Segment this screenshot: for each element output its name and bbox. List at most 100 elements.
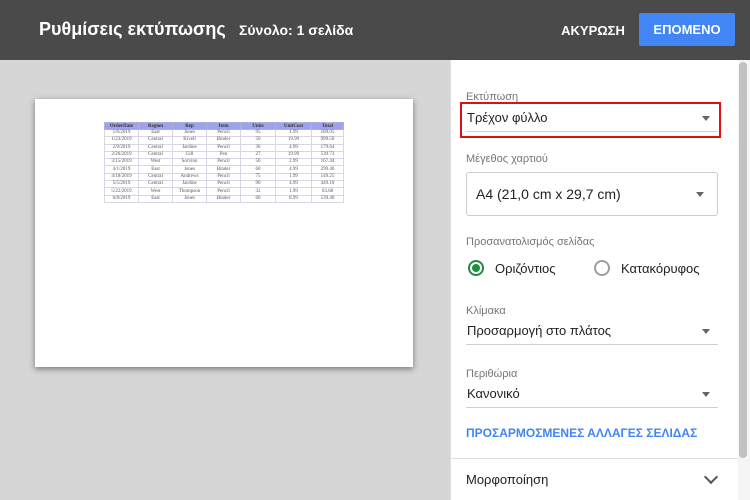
table-cell: 1/23/2019: [104, 136, 139, 145]
table-header-cell: Item: [206, 122, 241, 130]
next-button[interactable]: ΕΠΟΜΕΝΟ: [639, 13, 735, 46]
chevron-down-icon: [703, 469, 719, 485]
table-header-cell: OrderDate: [104, 122, 139, 130]
orientation-landscape-label: Οριζόντιος: [495, 260, 556, 276]
table-cell: West: [138, 158, 173, 167]
preview-page: OrderDate Region Rep Item Units UnitCost Total…: [35, 99, 413, 367]
table-cell: Andrews: [172, 172, 207, 182]
table-cell: 63.68: [311, 187, 344, 196]
table-cell: 2.99: [275, 158, 312, 167]
table-cell: Central: [138, 150, 173, 160]
table-cell: Jardine: [172, 143, 207, 152]
table-cell: Central: [138, 172, 173, 182]
table-cell: 4.99: [275, 143, 312, 152]
table-row: 3/15/2019 West Sorvino Pencil 56 2.99 167.44: [104, 158, 344, 167]
table-cell: 2/9/2019: [104, 143, 139, 152]
cancel-button[interactable]: ΑΚΥΡΩΣΗ: [556, 14, 630, 46]
table-cell: 56: [240, 158, 276, 167]
table-row: 1/23/2019 Central Kivell Binder 50 19.99 999.5…: [104, 136, 344, 145]
table-row: 5/22/2019 West Thompson Pencil 32 1.99 63.68: [104, 187, 344, 196]
table-cell: Binder: [206, 165, 241, 174]
table-cell: 36: [240, 143, 276, 152]
scale-dropdown[interactable]: Προσαρμογή στο πλάτος: [466, 317, 718, 345]
table-cell: Jones: [172, 165, 207, 174]
chevron-down-icon: [696, 192, 704, 197]
table-cell: 167.44: [311, 158, 344, 167]
table-row: 1/6/2019 East Jones Pencil 95 1.99 189.05: [104, 128, 344, 138]
table-cell: Pencil: [206, 180, 241, 189]
table-cell: Pencil: [206, 172, 241, 182]
table-cell: 1/6/2019: [104, 128, 139, 138]
table-header-cell: Region: [138, 122, 173, 130]
orientation-portrait-label: Κατακόρυφος: [621, 260, 700, 276]
orientation-portrait-radio[interactable]: Κατακόρυφος: [594, 260, 700, 276]
chevron-down-icon: [702, 329, 710, 334]
table-cell: 5/22/2019: [104, 187, 139, 196]
table-cell: 539.40: [311, 194, 344, 203]
table-header-cell: Rep: [172, 122, 207, 130]
table-cell: Binder: [206, 136, 241, 145]
table-row: 5/5/2019 Central Jardine Pencil 90 4.99 449.10: [104, 180, 344, 189]
radio-selected-icon: [468, 260, 484, 276]
table-cell: 5/5/2019: [104, 180, 139, 189]
table-cell: 539.73: [311, 150, 344, 160]
formatting-label: Μορφοποίηση: [466, 472, 549, 487]
preview-table: OrderDate Region Rep Item Units UnitCost Total…: [104, 122, 344, 203]
table-cell: 2/26/2019: [104, 150, 139, 160]
table-cell: Central: [138, 180, 173, 189]
custom-page-breaks-link[interactable]: ΠΡΟΣΑΡΜΟΣΜΕΝΕΣ ΑΛΛΑΓΕΣ ΣΕΛΙΔΑΣ: [466, 426, 697, 440]
table-cell: West: [138, 187, 173, 196]
table-cell: 60: [240, 194, 276, 203]
table-row: 6/8/2019 East Jones Binder 60 8.99 539.40: [104, 194, 344, 203]
formatting-section[interactable]: Μορφοποίηση: [451, 458, 738, 500]
table-cell: Pencil: [206, 187, 241, 196]
table-cell: East: [138, 128, 173, 138]
table-cell: 19.99: [275, 136, 312, 145]
table-cell: 50: [240, 136, 276, 145]
table-cell: Pencil: [206, 158, 241, 167]
table-cell: 1.99: [275, 172, 312, 182]
paper-size-value: A4 (21,0 cm x 29,7 cm): [476, 186, 621, 202]
table-cell: Thompson: [172, 187, 207, 196]
highlight-box: [460, 102, 721, 138]
table-cell: 149.25: [311, 172, 344, 182]
table-cell: 1.99: [275, 187, 312, 196]
table-header-cell: UnitCost: [275, 122, 312, 130]
table-cell: Gill: [172, 150, 207, 160]
table-cell: 179.64: [311, 143, 344, 152]
table-cell: 75: [240, 172, 276, 182]
page-title: Ρυθμίσεις εκτύπωσης: [39, 19, 226, 39]
scrollbar-thumb[interactable]: [739, 62, 747, 458]
table-cell: 4/1/2019: [104, 165, 139, 174]
table-cell: 90: [240, 180, 276, 189]
table-cell: Sorvino: [172, 158, 207, 167]
print-preview-area: OrderDate Region Rep Item Units UnitCost Total…: [0, 60, 450, 500]
table-cell: 4.99: [275, 165, 312, 174]
table-row: 4/1/2019 East Jones Binder 60 4.99 299.40: [104, 165, 344, 174]
table-cell: Pencil: [206, 128, 241, 138]
table-cell: Central: [138, 136, 173, 145]
margins-dropdown[interactable]: Κανονικό: [466, 380, 718, 408]
table-cell: Pen: [206, 150, 241, 160]
paper-size-dropdown[interactable]: A4 (21,0 cm x 29,7 cm): [466, 172, 718, 216]
table-cell: 8.99: [275, 194, 312, 203]
orientation-landscape-radio[interactable]: Οριζόντιος: [468, 260, 556, 276]
scale-value: Προσαρμογή στο πλάτος: [467, 323, 612, 338]
table-cell: Pencil: [206, 143, 241, 152]
margins-label: Περιθώρια: [466, 368, 518, 380]
table-cell: 6/8/2019: [104, 194, 139, 203]
table-cell: 999.50: [311, 136, 344, 145]
table-cell: East: [138, 194, 173, 203]
table-cell: Binder: [206, 194, 241, 203]
table-cell: 19.99: [275, 150, 312, 160]
table-cell: 449.10: [311, 180, 344, 189]
scale-label: Κλίμακα: [466, 305, 506, 317]
paper-size-label: Μέγεθος χαρτιού: [466, 153, 548, 165]
table-cell: 1.99: [275, 128, 312, 138]
margins-value: Κανονικό: [467, 386, 520, 401]
table-cell: Jones: [172, 194, 207, 203]
table-cell: 189.05: [311, 128, 344, 138]
table-cell: 95: [240, 128, 276, 138]
page-count: Σύνολο: 1 σελίδα: [239, 22, 354, 38]
table-header-cell: Units: [240, 122, 276, 130]
